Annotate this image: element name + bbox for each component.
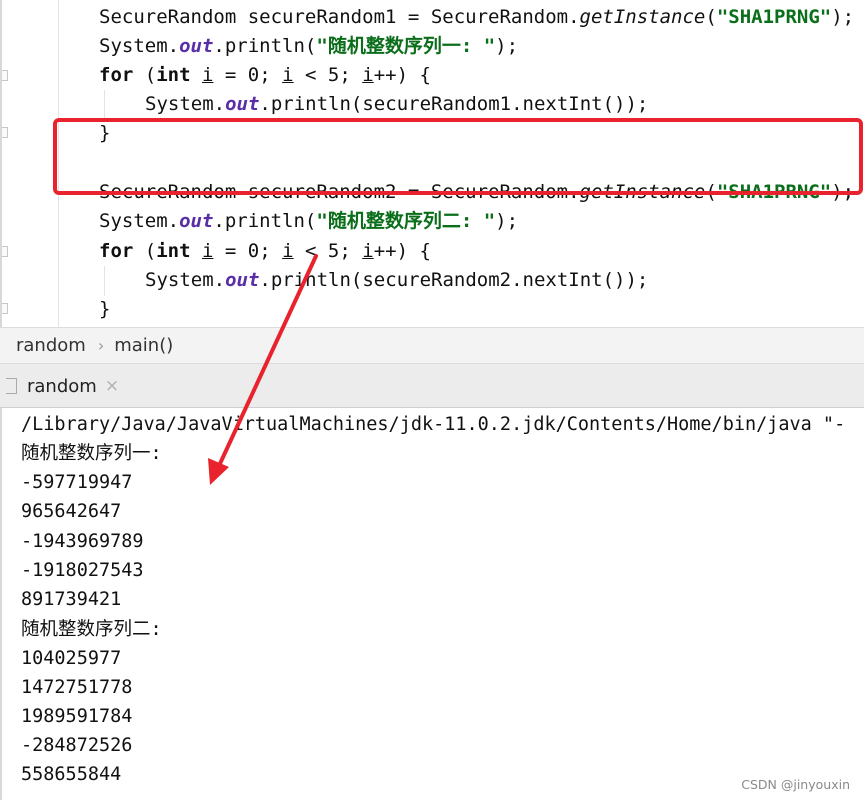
fold-marker[interactable]	[2, 246, 8, 257]
code-editor[interactable]: SecureRandom secureRandom1 = SecureRando…	[0, 0, 864, 327]
code-line: }	[99, 298, 111, 320]
breadcrumb-item-method[interactable]: main()	[114, 335, 173, 356]
fold-marker[interactable]	[2, 303, 8, 314]
chevron-right-icon: ›	[97, 336, 105, 355]
breadcrumb: random › main()	[0, 327, 864, 364]
run-tool-window-header: random ×	[0, 364, 864, 408]
code-line: System.out.println(secureRandom1.nextInt…	[145, 93, 649, 115]
close-icon[interactable]: ×	[105, 376, 119, 396]
console-line: -1918027543	[21, 560, 144, 581]
console-line: -597719947	[21, 472, 133, 493]
console-line: 558655844	[21, 764, 122, 785]
run-tab-label: random	[27, 375, 97, 397]
console-line: 104025977	[21, 648, 122, 669]
run-tab-random[interactable]: random ×	[0, 369, 127, 403]
breadcrumb-item-class[interactable]: random	[16, 335, 86, 356]
console-line: -1943969789	[21, 531, 144, 552]
console-line: /Library/Java/JavaVirtualMachines/jdk-11…	[21, 414, 846, 435]
console-output[interactable]: /Library/Java/JavaVirtualMachines/jdk-11…	[0, 408, 864, 800]
code-line: SecureRandom secureRandom1 = SecureRando…	[99, 6, 855, 28]
code-line: System.out.println("随机整数序列二: ");	[99, 210, 519, 232]
console-line: -284872526	[21, 735, 133, 756]
console-line: 随机整数序列一:	[21, 443, 162, 464]
code-line: System.out.println(secureRandom2.nextInt…	[145, 269, 649, 291]
indent-guide	[104, 266, 105, 296]
console-line: 1989591784	[21, 706, 133, 727]
fold-marker[interactable]	[2, 70, 8, 81]
console-line: 965642647	[21, 501, 122, 522]
code-line: for (int i = 0; i < 5; i++) {	[99, 240, 431, 262]
console-icon	[6, 378, 17, 394]
fold-marker[interactable]	[2, 127, 8, 138]
watermark: CSDN @jinyouxin	[741, 777, 850, 792]
console-line: 随机整数序列二:	[21, 619, 162, 640]
console-line: 1472751778	[21, 677, 133, 698]
gutter	[0, 0, 2, 327]
red-highlight-annotation	[53, 118, 863, 195]
code-line: System.out.println("随机整数序列一: ");	[99, 35, 519, 57]
console-line: 891739421	[21, 589, 122, 610]
indent-guide	[104, 90, 105, 120]
code-line: for (int i = 0; i < 5; i++) {	[99, 64, 431, 86]
